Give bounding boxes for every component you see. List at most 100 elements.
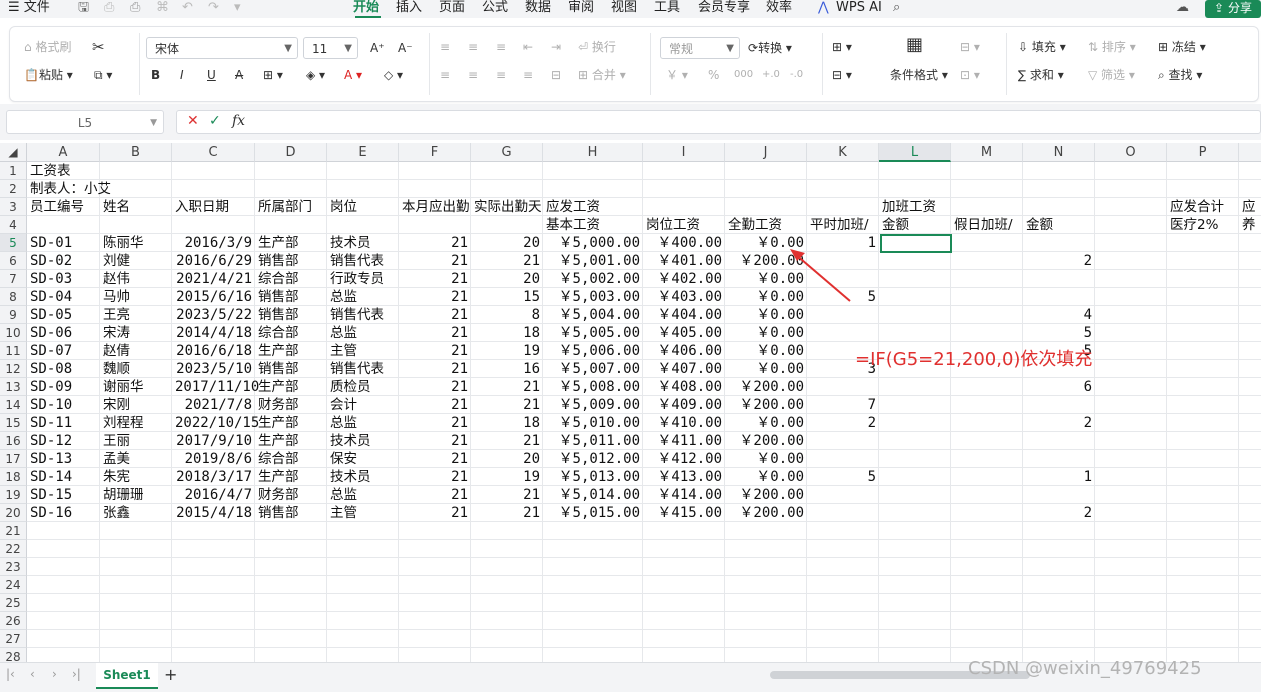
cell-E5[interactable]: 技术员	[330, 234, 371, 252]
border-icon[interactable]: ⊞ ▾	[263, 65, 283, 85]
row-header-2[interactable]: 2	[0, 180, 27, 198]
cell-K8[interactable]: 5	[810, 288, 876, 306]
worksheet-icon[interactable]: ⊡ ▾	[960, 65, 980, 85]
column-header-C[interactable]: C	[172, 143, 255, 162]
cell-J13[interactable]: ￥200.00	[728, 378, 804, 396]
confirm-icon[interactable]: ✓	[209, 113, 221, 129]
cell-A14[interactable]: SD-10	[30, 396, 72, 414]
cell-F9[interactable]: 21	[402, 306, 468, 324]
row-header-4[interactable]: 4	[0, 216, 27, 234]
column-header-J[interactable]: J	[725, 143, 807, 162]
cell-J7[interactable]: ￥0.00	[728, 270, 804, 288]
font-color-icon[interactable]: A ▾	[344, 65, 362, 85]
cell-B15[interactable]: 刘程程	[103, 414, 144, 432]
cell-G6[interactable]: 21	[474, 252, 540, 270]
paste-button[interactable]: 📋粘贴 ▾	[24, 65, 73, 85]
cell-J14[interactable]: ￥200.00	[728, 396, 804, 414]
cell-G3[interactable]: 实际出勤天	[474, 198, 542, 216]
cell-F12[interactable]: 21	[402, 360, 468, 378]
select-all-corner[interactable]: ◢	[0, 143, 27, 162]
cell-I17[interactable]: ￥412.00	[646, 450, 722, 468]
cell-D3[interactable]: 所属部门	[258, 198, 312, 216]
cell-J10[interactable]: ￥0.00	[728, 324, 804, 342]
cell-H14[interactable]: ￥5,009.00	[546, 396, 640, 414]
cell-I7[interactable]: ￥402.00	[646, 270, 722, 288]
cell-B20[interactable]: 张鑫	[103, 504, 130, 522]
cell-I16[interactable]: ￥411.00	[646, 432, 722, 450]
cell-J18[interactable]: ￥0.00	[728, 468, 804, 486]
cell-A15[interactable]: SD-11	[30, 414, 72, 432]
tab-data[interactable]: 数据	[525, 0, 551, 16]
bold-button[interactable]: B	[151, 65, 160, 85]
cell-E13[interactable]: 质检员	[330, 378, 371, 396]
name-box[interactable]: L5 ▼	[6, 110, 164, 134]
cell-B14[interactable]: 宋刚	[103, 396, 130, 414]
cell-I8[interactable]: ￥403.00	[646, 288, 722, 306]
cell-N13[interactable]: 6	[1026, 378, 1092, 396]
cell-K5[interactable]: 1	[810, 234, 876, 252]
column-header-D[interactable]: D	[255, 143, 327, 162]
cell-F14[interactable]: 21	[402, 396, 468, 414]
tab-insert[interactable]: 插入	[396, 0, 422, 16]
cell-A7[interactable]: SD-03	[30, 270, 72, 288]
strikethrough-icon[interactable]: A	[235, 65, 243, 85]
cell-D5[interactable]: 生产部	[258, 234, 299, 252]
column-header-N[interactable]: N	[1023, 143, 1095, 162]
cell-L4[interactable]: 金额	[882, 216, 909, 234]
increase-decimal-icon[interactable]: +.0	[762, 65, 780, 85]
distribute-icon[interactable]: ⊟	[551, 65, 561, 85]
row-header-9[interactable]: 9	[0, 306, 27, 324]
cell-C3[interactable]: 入职日期	[175, 198, 229, 216]
currency-icon[interactable]: ￥ ▾	[666, 65, 688, 85]
cell-A5[interactable]: SD-01	[30, 234, 72, 252]
cell-G16[interactable]: 21	[474, 432, 540, 450]
cell-G17[interactable]: 20	[474, 450, 540, 468]
row-header-11[interactable]: 11	[0, 342, 27, 360]
cell-F5[interactable]: 21	[402, 234, 468, 252]
column-header-F[interactable]: F	[399, 143, 471, 162]
cell-K4[interactable]: 平时加班/	[810, 216, 869, 234]
increase-font-icon[interactable]: A⁺	[370, 38, 385, 58]
table-style-icon[interactable]: ⊞ ▾	[832, 37, 852, 57]
cell-F17[interactable]: 21	[402, 450, 468, 468]
fill-button[interactable]: ⇩ 填充 ▾	[1018, 37, 1066, 57]
cell-G12[interactable]: 16	[474, 360, 540, 378]
cell-E19[interactable]: 总监	[330, 486, 357, 504]
cell-B7[interactable]: 赵伟	[103, 270, 130, 288]
row-header-21[interactable]: 21	[0, 522, 27, 540]
cell-C7[interactable]: 2021/4/21	[175, 270, 252, 288]
cell-B11[interactable]: 赵倩	[103, 342, 130, 360]
row-header-13[interactable]: 13	[0, 378, 27, 396]
cell-J4[interactable]: 全勤工资	[728, 216, 782, 234]
align-middle-icon[interactable]: ≡	[468, 37, 478, 57]
cell-J12[interactable]: ￥0.00	[728, 360, 804, 378]
cell-G7[interactable]: 20	[474, 270, 540, 288]
cell-G18[interactable]: 19	[474, 468, 540, 486]
cell-H13[interactable]: ￥5,008.00	[546, 378, 640, 396]
first-sheet-icon[interactable]: |‹	[6, 667, 15, 681]
align-left-icon[interactable]: ≡	[440, 65, 450, 85]
cell-I12[interactable]: ￥407.00	[646, 360, 722, 378]
column-header-O[interactable]: O	[1095, 143, 1167, 162]
row-header-1[interactable]: 1	[0, 162, 27, 180]
align-center-icon[interactable]: ≡	[468, 65, 478, 85]
cell-A20[interactable]: SD-16	[30, 504, 72, 522]
cell-G9[interactable]: 8	[474, 306, 540, 324]
tab-wps-ai[interactable]: WPS AI	[836, 0, 882, 16]
cell-A16[interactable]: SD-12	[30, 432, 72, 450]
cell-J6[interactable]: ￥200.00	[728, 252, 804, 270]
cell-A13[interactable]: SD-09	[30, 378, 72, 396]
format-painter-button[interactable]: ⌂ 格式刷	[24, 37, 71, 57]
cell-B18[interactable]: 朱宪	[103, 468, 130, 486]
function-icon[interactable]: fx	[232, 113, 245, 129]
row-header-23[interactable]: 23	[0, 558, 27, 576]
tab-page[interactable]: 页面	[439, 0, 465, 16]
row-header-12[interactable]: 12	[0, 360, 27, 378]
undo-icon[interactable]: ↶	[182, 0, 193, 16]
column-header-E[interactable]: E	[327, 143, 399, 162]
active-cell-L5[interactable]	[880, 234, 952, 253]
cell-J9[interactable]: ￥0.00	[728, 306, 804, 324]
tab-efficiency[interactable]: 效率	[766, 0, 792, 16]
row-header-7[interactable]: 7	[0, 270, 27, 288]
cell-C13[interactable]: 2017/11/10	[175, 378, 259, 396]
